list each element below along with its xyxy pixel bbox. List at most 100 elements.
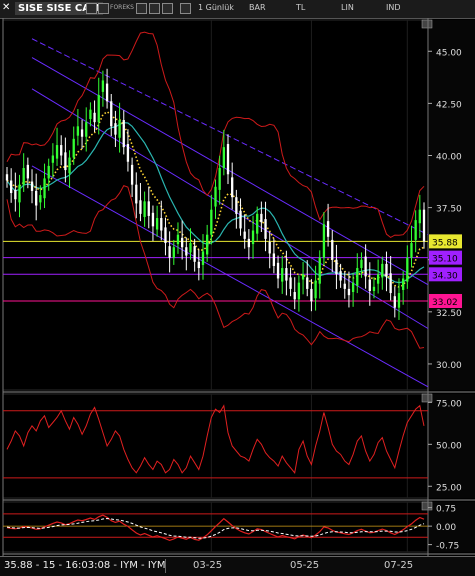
candle-body xyxy=(51,155,55,163)
y-tick-label: 37.50 xyxy=(436,205,462,215)
settings-icon[interactable] xyxy=(180,3,191,14)
forex-label[interactable]: FOREKS xyxy=(110,4,134,11)
y-tick-label: 40.00 xyxy=(436,152,462,162)
price-level-label: 34.30 xyxy=(432,271,458,281)
date-label: 03-25 xyxy=(193,560,223,571)
candle-body xyxy=(80,129,84,137)
candle-body xyxy=(168,246,171,258)
price-level-label: 35.88 xyxy=(432,238,458,248)
candle-body xyxy=(68,157,71,174)
currency-selector[interactable]: TL xyxy=(296,3,305,12)
candle-body xyxy=(155,218,159,230)
candle-body xyxy=(247,238,251,248)
draw-icon[interactable] xyxy=(149,3,160,14)
candle-body xyxy=(306,277,309,289)
candle-body xyxy=(297,282,301,300)
macd-line xyxy=(6,514,425,542)
candle-body xyxy=(368,279,371,291)
candle-body xyxy=(289,277,292,289)
candle-body xyxy=(97,95,100,123)
candle-body xyxy=(164,227,167,244)
candle-body xyxy=(276,262,280,279)
candle-body xyxy=(147,201,150,216)
status-divider xyxy=(165,559,166,573)
price-level-label: 35.10 xyxy=(432,255,458,265)
candle-body xyxy=(301,274,305,280)
candle-body xyxy=(135,184,138,204)
candle-body xyxy=(93,112,96,123)
candle-body xyxy=(118,120,121,138)
candle-body xyxy=(260,213,263,223)
candle-body xyxy=(410,243,413,258)
candle-body xyxy=(130,164,134,185)
candle-body xyxy=(10,180,13,194)
candle-body xyxy=(126,144,130,162)
candle-body xyxy=(206,234,209,255)
candle-body xyxy=(72,138,75,158)
y-tick-label: 50.00 xyxy=(436,441,462,451)
candle-body xyxy=(235,197,238,214)
candle-body xyxy=(18,184,21,203)
candle-body xyxy=(35,190,38,206)
candle-body xyxy=(85,122,88,137)
candle-body xyxy=(293,292,296,300)
indicators-selector[interactable]: IND xyxy=(386,3,401,12)
y-tick-label: 45.00 xyxy=(436,48,462,58)
panel-button xyxy=(421,393,433,403)
candle-body xyxy=(326,221,330,237)
close-icon[interactable]: ✕ xyxy=(2,2,10,13)
macd-signal-line xyxy=(6,517,425,539)
candle-body xyxy=(331,239,334,260)
candle-body xyxy=(360,259,363,269)
chart-toolbar: ✕ SISE SISE CAM FOREKS 1 Günlük BAR TL L… xyxy=(0,0,475,19)
edit-icon[interactable] xyxy=(86,3,97,14)
candle-body xyxy=(256,213,259,234)
panel-button xyxy=(421,501,433,511)
tools-icon[interactable] xyxy=(162,3,173,14)
candle-body xyxy=(89,109,92,120)
y-tick-label: 0.75 xyxy=(436,505,456,515)
grid-icon[interactable] xyxy=(98,3,109,14)
candle-body xyxy=(55,145,59,159)
candle-body xyxy=(226,144,230,175)
candle-body xyxy=(105,83,109,102)
scale-selector[interactable]: LIN xyxy=(341,3,354,12)
candle-body xyxy=(351,282,355,293)
candle-body xyxy=(160,218,163,231)
candle-body xyxy=(14,189,17,200)
candle-body xyxy=(26,164,30,179)
candle-body xyxy=(339,271,342,281)
candle-body xyxy=(343,283,346,289)
chart-icon[interactable] xyxy=(136,3,147,14)
candle-body xyxy=(381,263,384,278)
chart-type-selector[interactable]: BAR xyxy=(249,3,266,12)
candle-body xyxy=(385,263,388,277)
candle-body xyxy=(180,237,184,248)
candle-body xyxy=(110,101,113,127)
candle-body xyxy=(322,224,326,258)
candle-body xyxy=(222,147,225,168)
candle-body xyxy=(268,242,271,254)
period-selector[interactable]: 1 Günlük xyxy=(198,3,234,12)
candle-body xyxy=(43,178,46,199)
y-tick-label: 0.00 xyxy=(436,523,456,533)
date-label: 05-25 xyxy=(290,560,320,571)
candle-body xyxy=(272,253,276,266)
candle-body xyxy=(210,209,213,235)
y-tick-label: 42.50 xyxy=(436,100,462,110)
candle-body xyxy=(335,259,338,275)
price-chart[interactable]: 30.0032.5035.0037.5040.0042.5045.0035.88… xyxy=(0,18,475,556)
candle-body xyxy=(139,200,142,214)
channel-upper-line xyxy=(31,57,429,286)
candle-body xyxy=(422,209,426,242)
candle-body xyxy=(318,257,321,284)
candle-body xyxy=(197,261,200,269)
candle-body xyxy=(406,257,409,282)
candle-body xyxy=(5,174,9,181)
oscillator-line xyxy=(6,404,425,474)
candle-body xyxy=(176,234,180,245)
candle-body xyxy=(264,219,267,239)
status-text: 35.88 - 15 - 16:03:08 - IYM - IYM xyxy=(4,560,166,571)
candle-body xyxy=(39,195,42,203)
y-tick-label: -0.75 xyxy=(436,542,459,552)
